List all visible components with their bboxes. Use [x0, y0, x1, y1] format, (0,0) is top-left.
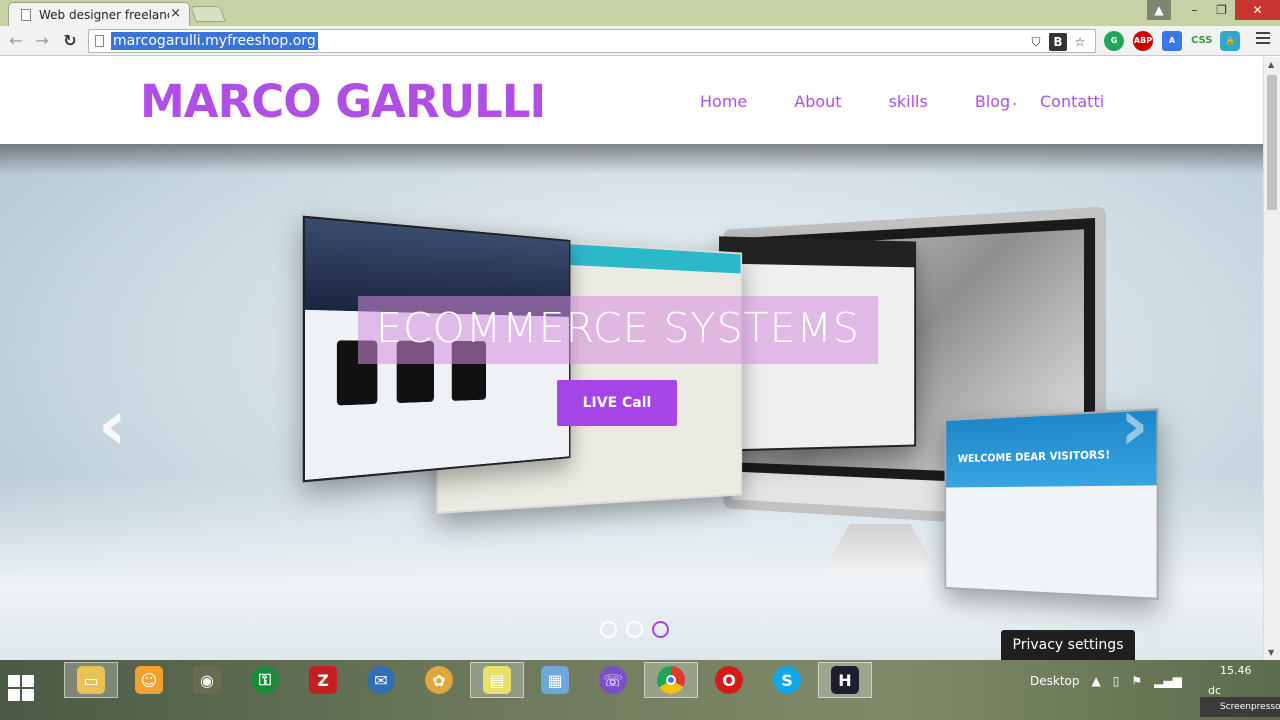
slider-prev-icon[interactable]: ‹ — [98, 384, 127, 466]
h-app-icon[interactable]: H — [818, 662, 872, 698]
minimize-button[interactable]: – — [1181, 0, 1208, 20]
tab-close-icon[interactable]: × — [170, 6, 181, 21]
restore-button[interactable]: ❐ — [1208, 0, 1235, 20]
windows-start-icon[interactable] — [8, 675, 36, 703]
page-scrollbar[interactable]: ▲ ▼ — [1263, 57, 1280, 660]
scroll-thumb[interactable] — [1267, 75, 1277, 210]
extension-icons: G ABP A CSS 🔒 — [1104, 31, 1240, 51]
paint-icon[interactable]: ✿ — [412, 662, 466, 698]
flag-icon[interactable]: ⚑ — [1131, 674, 1142, 688]
slider-dot-3[interactable] — [652, 621, 669, 638]
screen-4-title: WELCOME DEAR VISITORS! — [957, 447, 1111, 466]
file-explorer-icon[interactable]: ▭ — [64, 662, 118, 698]
hero-slider: WELCOME DEAR VISITORS! ECOMMERCE SYSTEMS… — [0, 144, 1263, 660]
system-tray: Desktop ▲ ▯ ⚑ ▂▄▆ — [1030, 674, 1182, 688]
user-app-icon[interactable]: ☺ — [122, 662, 176, 698]
screen: Web designer freelance M × ▲ – ❐ ✕ ← → ↻… — [0, 0, 1280, 720]
browser-titlebar: Web designer freelance M × ▲ – ❐ ✕ — [0, 0, 1280, 26]
slider-dots — [600, 621, 669, 638]
webpage: MARCO GARULLI Home About skills Blog . C… — [0, 57, 1263, 660]
slide-title: ECOMMERCE SYSTEMS — [376, 304, 860, 352]
viber-icon[interactable]: ☏ — [586, 662, 640, 698]
filezilla-icon[interactable]: Z — [296, 662, 350, 698]
star-icon[interactable]: ☆ — [1071, 33, 1089, 51]
nav-separator: . — [1012, 90, 1018, 109]
site-header: MARCO GARULLI Home About skills Blog . C… — [0, 57, 1263, 144]
reload-icon[interactable]: ↻ — [60, 31, 80, 51]
adblock-icon[interactable]: ABP — [1133, 31, 1153, 51]
nav-about[interactable]: About — [794, 92, 841, 111]
translate-icon[interactable]: A — [1162, 31, 1182, 51]
nav-contatti[interactable]: Contatti — [1040, 92, 1104, 111]
browser-tab[interactable]: Web designer freelance M × — [8, 2, 190, 26]
window-controls: ▲ – ❐ ✕ — [1147, 0, 1280, 20]
browser-toolbar: ← → ↻ marcogarulli.myfreeshop.org ⛉ B ☆ … — [0, 26, 1280, 56]
chrome-icon[interactable] — [644, 662, 698, 698]
scroll-down-icon[interactable]: ▼ — [1268, 648, 1274, 657]
page-icon — [95, 35, 104, 47]
tray-date[interactable]: dc — [1208, 684, 1221, 697]
thunderbird-icon[interactable]: ✉ — [354, 662, 408, 698]
main-nav: Home About skills Blog . Contatti — [700, 90, 1104, 111]
lock-extension-icon[interactable]: 🔒 — [1220, 31, 1240, 51]
bookmark-extension-icon[interactable]: B — [1049, 33, 1067, 51]
tray-time[interactable]: 15.46 — [1220, 664, 1252, 677]
opera-icon[interactable]: O — [702, 662, 756, 698]
omnibox-icons: ⛉ B ☆ — [1027, 33, 1089, 51]
close-button[interactable]: ✕ — [1235, 0, 1280, 20]
back-arrow-icon[interactable]: ← — [6, 31, 26, 51]
slider-dot-2[interactable] — [626, 621, 643, 638]
screenpresso-badge: Screenpresso — [1200, 697, 1280, 717]
signal-icon[interactable]: ▂▄▆ — [1154, 674, 1182, 688]
profile-icon[interactable]: ▲ — [1147, 0, 1171, 20]
forward-arrow-icon[interactable]: → — [32, 31, 52, 51]
grammarly-icon[interactable]: G — [1104, 31, 1124, 51]
slider-dot-1[interactable] — [600, 621, 617, 638]
tab-title: Web designer freelance M — [39, 8, 169, 22]
privacy-settings-button[interactable]: Privacy settings — [1001, 630, 1135, 660]
slider-next-icon[interactable]: › — [1120, 384, 1149, 466]
slide-caption: ECOMMERCE SYSTEMS — [358, 296, 878, 364]
sticky-notes-icon[interactable]: ▤ — [470, 662, 524, 698]
nav-blog[interactable]: Blog — [975, 92, 1010, 111]
keepass-icon[interactable]: ⚿ — [238, 662, 292, 698]
windows-taskbar: ▭ ☺ ◉ ⚿ Z ✉ ✿ ▤ ▦ ☏ O S H Desktop ▲ ▯ ⚑ … — [0, 660, 1280, 720]
tray-expand-icon[interactable]: ▲ — [1092, 674, 1101, 688]
new-tab-button[interactable] — [190, 6, 226, 22]
taskbar-apps: ▭ ☺ ◉ ⚿ Z ✉ ✿ ▤ ▦ ☏ O S H — [64, 662, 872, 698]
address-bar[interactable]: marcogarulli.myfreeshop.org ⛉ B ☆ — [88, 29, 1096, 53]
header-shadow — [0, 144, 1263, 174]
gimp-icon[interactable]: ◉ — [180, 662, 234, 698]
page-icon — [21, 9, 31, 21]
skype-icon[interactable]: S — [760, 662, 814, 698]
site-logo[interactable]: MARCO GARULLI — [140, 75, 546, 128]
nav-home[interactable]: Home — [700, 92, 747, 111]
shield-icon[interactable]: ⛉ — [1027, 33, 1045, 51]
battery-icon[interactable]: ▯ — [1113, 674, 1120, 688]
calculator-icon[interactable]: ▦ — [528, 662, 582, 698]
hamburger-menu-icon[interactable] — [1256, 32, 1270, 46]
css-viewer-icon[interactable]: CSS — [1191, 31, 1212, 51]
tray-desktop-label[interactable]: Desktop — [1030, 674, 1080, 688]
live-call-button[interactable]: LIVE Call — [557, 380, 677, 426]
url-text[interactable]: marcogarulli.myfreeshop.org — [111, 32, 318, 50]
nav-skills[interactable]: skills — [889, 92, 928, 111]
scroll-up-icon[interactable]: ▲ — [1268, 60, 1274, 69]
